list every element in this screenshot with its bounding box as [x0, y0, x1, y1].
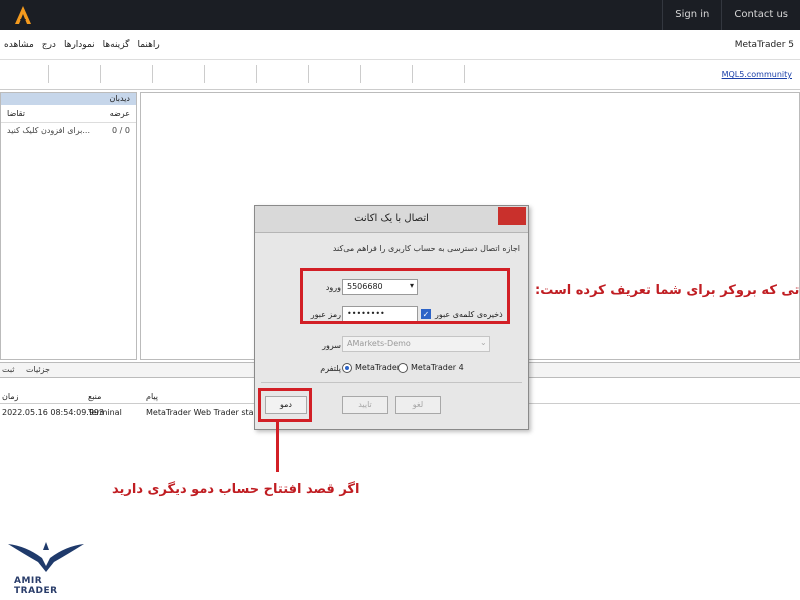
row-source: Terminal [88, 408, 122, 417]
list-item[interactable]: برای افزودن کلیک کنید... 0 / 0 [1, 123, 136, 138]
platform-mt4-label[interactable]: MetaTrader 4 [411, 363, 464, 372]
column-symbol[interactable]: عرضه [110, 109, 130, 118]
market-watch-columns: تقاضا عرضه [1, 105, 136, 123]
tab-details[interactable]: جزئیات [26, 365, 50, 374]
menu-bar: راهنما گزینه‌ها نمودارها درج مشاهده Meta… [0, 30, 800, 60]
add-symbol-text[interactable]: برای افزودن کلیک کنید... [7, 126, 90, 135]
menu-item-insert[interactable]: درج [42, 40, 56, 50]
chevron-down-icon[interactable]: ⌄ [480, 338, 487, 347]
toolbar-separator [48, 65, 49, 83]
toolbar-separator [152, 65, 153, 83]
toolbar-separator [100, 65, 101, 83]
dialog-title: اتصال با یک اکانت [354, 213, 429, 224]
toolbar-separator [204, 65, 205, 83]
platform-label: پلتفرم [320, 364, 341, 373]
demo-hint-annotation: اگر قصد افتتاح حساب دمو دیگری دارید [112, 482, 360, 497]
tab-journal[interactable]: ثبت [2, 365, 15, 374]
column-message[interactable]: پیام [146, 392, 158, 401]
menu-item-charts[interactable]: نمودارها [64, 40, 95, 50]
market-watch-header: دیدبان [1, 93, 136, 105]
toolbar-separator [464, 65, 465, 83]
main-menu: راهنما گزینه‌ها نمودارها درج مشاهده [4, 40, 160, 50]
platform-mt4-radio[interactable] [398, 363, 408, 373]
market-watch-panel: دیدبان تقاضا عرضه برای افزودن کلیک کنید.… [0, 92, 137, 360]
toolbar-separator [360, 65, 361, 83]
mql5-community-link[interactable]: MQL5.community [722, 70, 792, 79]
app-title: MetaTrader 5 [734, 40, 794, 50]
brand-text: AMIR TRADER [14, 576, 58, 596]
top-nav: Sign in Contact us [662, 0, 800, 30]
app-logo-icon[interactable] [12, 4, 34, 26]
ok-button[interactable]: تایید [342, 396, 388, 414]
menu-item-view[interactable]: مشاهده [4, 40, 34, 50]
broker-info-annotation: اطلاعاتی که بروکر برای شما تعریف کرده اس… [535, 283, 800, 298]
dialog-title-bar[interactable]: اتصال با یک اکانت [255, 206, 528, 233]
sign-in-link[interactable]: Sign in [662, 0, 721, 30]
toolbar-separator [256, 65, 257, 83]
eagle-logo-icon [8, 542, 84, 572]
column-source[interactable]: منبع [88, 392, 101, 401]
menu-item-help[interactable]: راهنما [137, 40, 159, 50]
toolbar-separator [308, 65, 309, 83]
credentials-highlight-box [300, 268, 510, 324]
dialog-divider [261, 382, 522, 383]
menu-item-options[interactable]: گزینه‌ها [103, 40, 130, 50]
server-select[interactable]: AMarkets-Demo [342, 336, 490, 352]
page: Sign in Contact us راهنما گزینه‌ها نمودا… [0, 0, 800, 600]
server-label: سرور [322, 341, 341, 350]
column-time[interactable]: زمان [2, 392, 18, 401]
annotation-connector-line [276, 422, 279, 472]
column-bid[interactable]: تقاضا [7, 109, 25, 118]
toolbar: MQL5.community [0, 60, 800, 90]
symbol-count: 0 / 0 [112, 126, 130, 135]
platform-mt5-radio[interactable] [342, 363, 352, 373]
top-bar: Sign in Contact us [0, 0, 800, 30]
toolbar-separator [412, 65, 413, 83]
dialog-instruction: اجازه اتصال دسترسی به حساب کاربری را فرا… [332, 244, 520, 253]
contact-us-link[interactable]: Contact us [721, 0, 800, 30]
close-icon[interactable] [498, 207, 526, 225]
cancel-button[interactable]: لغو [395, 396, 441, 414]
demo-highlight-box [258, 388, 312, 422]
amir-trader-logo: AMIR TRADER [6, 536, 86, 596]
